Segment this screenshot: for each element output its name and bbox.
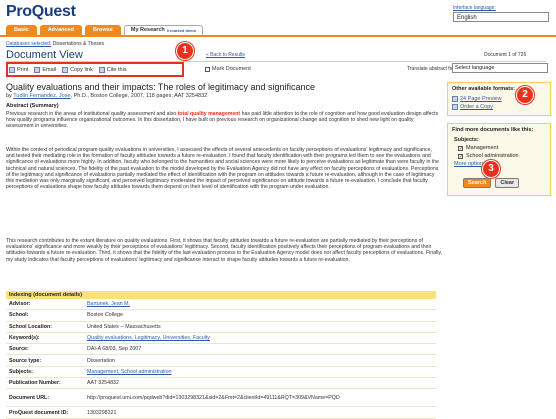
subject-option-school-admin[interactable]: ✓ School administration: [448, 152, 550, 160]
mark-document-control[interactable]: Mark Document: [205, 66, 251, 72]
databases-selected-link[interactable]: Databases selected:: [6, 41, 51, 47]
row-key: Subjects:: [9, 368, 33, 375]
abstract-search-highlight: total quality management: [177, 111, 241, 117]
page-preview-label: 24 Page Preview: [460, 96, 502, 102]
translate-language-select[interactable]: Select language: [452, 63, 548, 73]
subject-checkbox-2[interactable]: ✓: [458, 153, 463, 159]
subject-checkbox-1[interactable]: ✓: [458, 145, 463, 151]
row-value: 1303298321: [87, 409, 117, 416]
toolbar-highlight-box: [6, 62, 184, 77]
table-row: Document URL: http://proquest.umi.com/pqd…: [6, 389, 436, 408]
indexing-heading: Indexing (document details): [6, 291, 436, 299]
proquest-logo[interactable]: ProQuest: [6, 3, 76, 21]
byline-details: , Ph.D., Boston College, 2007, 118 pages…: [70, 93, 208, 99]
row-key: Source:: [9, 346, 29, 353]
abstract-paragraph-1: Previous research in the areas of instit…: [6, 111, 442, 143]
tab-bar-underline: [0, 35, 556, 37]
mark-document-label: Mark Document: [212, 66, 251, 72]
table-row: ProQuest document ID: 1303298321: [6, 407, 436, 419]
row-key: School Location:: [9, 323, 52, 330]
row-key: Source type:: [9, 357, 42, 364]
my-research-label: My Research: [130, 27, 165, 33]
callout-badge-1: 1: [176, 42, 194, 60]
abstract-heading: Abstract (Summary): [6, 103, 59, 109]
subject-label-1: Management: [466, 145, 499, 151]
row-key: Keyword(s):: [9, 335, 40, 342]
byline: by Tudlin Fernandez, Jose, Ph.D., Boston…: [6, 93, 207, 99]
pdf-icon: [452, 96, 458, 102]
row-value: Dissertation: [87, 357, 115, 364]
subject-option-management[interactable]: ✓ Management: [448, 144, 550, 152]
tab-browse[interactable]: Browse: [84, 25, 121, 35]
table-row: Publication Number: AAT 3254832: [6, 378, 436, 390]
row-value: United States -- Massachusetts: [87, 323, 161, 330]
keyword-links[interactable]: Quality evaluations, Legitimacy, Univers…: [87, 335, 436, 341]
order-copy-link[interactable]: Order a Copy: [448, 103, 550, 111]
subject-label-2: School administration: [466, 153, 519, 159]
interface-language-label[interactable]: Interface language:: [453, 5, 496, 11]
advisor-link[interactable]: Bartunek, Jean M.: [87, 301, 436, 307]
row-value: AAT 3254832: [87, 380, 119, 387]
mark-document-checkbox[interactable]: [205, 66, 210, 72]
row-key: Publication Number:: [9, 380, 61, 387]
other-formats-panel: Other available formats: 24 Page Preview…: [447, 82, 551, 116]
by-prefix: by: [6, 93, 12, 99]
row-key: Advisor:: [9, 301, 31, 308]
other-formats-title: Other available formats:: [452, 86, 515, 92]
table-row: School Location: United States -- Massach…: [6, 322, 436, 333]
find-more-title: Find more documents like this:: [452, 127, 534, 133]
callout-badge-2: 2: [516, 86, 534, 104]
main-tabs: Basic Advanced Browse My Research 0 mark…: [6, 25, 203, 35]
search-button[interactable]: Search: [463, 178, 492, 188]
table-row: Keyword(s): Quality evaluations, Legitima…: [6, 333, 436, 345]
cart-icon: [452, 104, 458, 110]
row-key: Document URL:: [9, 394, 50, 401]
tab-advanced[interactable]: Advanced: [39, 25, 82, 35]
page-preview-link[interactable]: 24 Page Preview: [448, 95, 550, 103]
abstract-paragraph-2: Within the context of periodical program…: [6, 147, 440, 191]
row-key: School:: [9, 312, 29, 319]
row-key: ProQuest document ID:: [9, 409, 69, 416]
table-row: Source: DAI-A 68/03, Sep 2007: [6, 344, 436, 356]
tab-basic[interactable]: Basic: [6, 25, 37, 35]
row-value: DAI-A 68/03, Sep 2007: [87, 346, 142, 353]
subject-links[interactable]: Management, School administration: [87, 369, 436, 375]
table-row: Advisor: Bartunek, Jean M.: [6, 299, 436, 311]
table-row: School: Boston College: [6, 310, 436, 322]
back-to-results-link[interactable]: « Back to Results: [206, 52, 245, 58]
tab-my-research[interactable]: My Research 0 marked items: [123, 25, 203, 35]
document-url[interactable]: http://proquest.umi.com/pqdweb?did=13032…: [87, 395, 436, 401]
interface-language-select[interactable]: English: [453, 12, 549, 22]
clear-button[interactable]: Clear: [495, 178, 520, 188]
page-title: Document View: [6, 49, 83, 61]
callout-badge-3: 3: [482, 160, 500, 178]
marked-items-count: 0 marked items: [166, 28, 196, 33]
author-link[interactable]: Tudlin Fernandez, Jose: [13, 93, 70, 99]
order-copy-label: Order a Copy: [460, 104, 494, 110]
table-row: Source type: Dissertation: [6, 355, 436, 367]
abstract-paragraph-3: This research contributes to the extant …: [6, 238, 442, 263]
breadcrumb: Databases selected: Dissertations & Thes…: [6, 41, 104, 47]
indexing-table: Advisor: Bartunek, Jean M. School: Boston …: [6, 299, 436, 419]
abstract-p1-text-a: Previous research in the areas of instit…: [6, 111, 178, 117]
table-row: Subjects: Management, School administrati…: [6, 367, 436, 379]
row-value: Boston College: [87, 312, 123, 319]
find-more-buttons: Search Clear: [463, 178, 520, 188]
subjects-label: Subjects:: [454, 137, 479, 143]
document-counter: Document 1 of 726: [484, 52, 527, 58]
databases-selected-value: Dissertations & Theses: [52, 41, 105, 47]
paper-title: Quality evaluations and their impacts: T…: [6, 82, 315, 92]
